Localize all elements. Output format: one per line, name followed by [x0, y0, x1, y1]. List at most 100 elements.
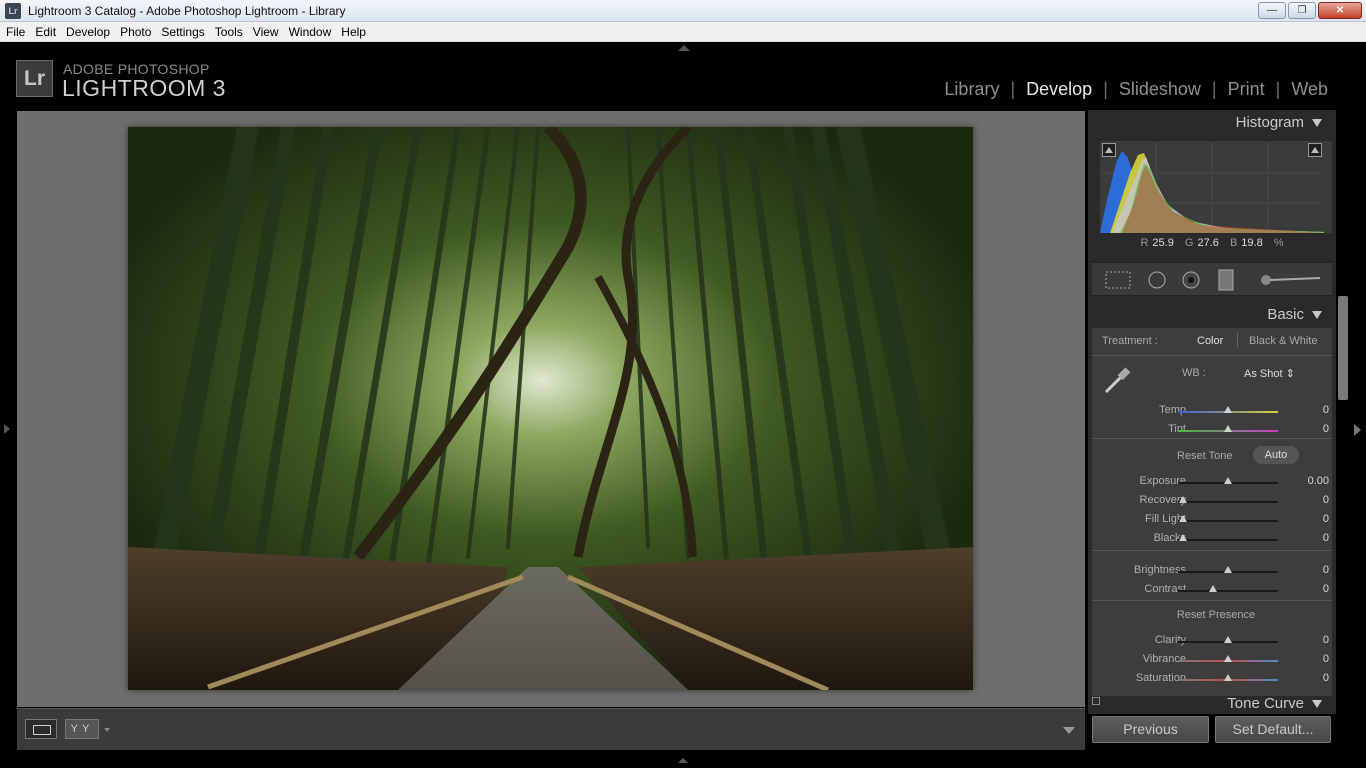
- slider-track-contrast[interactable]: [1178, 585, 1278, 592]
- slider-value-recovery[interactable]: 0: [1289, 494, 1329, 506]
- module-separator: |: [1103, 79, 1108, 99]
- module-print[interactable]: Print: [1228, 79, 1265, 100]
- slider-value-fill-light[interactable]: 0: [1289, 513, 1329, 525]
- basic-header[interactable]: Basic: [1267, 306, 1322, 323]
- slider-value-tint[interactable]: 0: [1289, 423, 1329, 435]
- slider-thumb-recovery[interactable]: [1179, 496, 1187, 503]
- menu-photo[interactable]: Photo: [116, 25, 155, 39]
- histogram-header[interactable]: Histogram: [1236, 114, 1322, 131]
- wb-select[interactable]: As Shot ⇕: [1244, 367, 1295, 380]
- basic-title: Basic: [1267, 306, 1304, 323]
- panel-solo-toggle-icon[interactable]: [1092, 697, 1100, 705]
- collapse-triangle-icon[interactable]: [1312, 699, 1322, 708]
- menu-help[interactable]: Help: [337, 25, 370, 39]
- toolbar-content-menu-icon[interactable]: [1063, 727, 1075, 734]
- minimize-button[interactable]: —: [1258, 2, 1286, 19]
- module-develop[interactable]: Develop: [1026, 79, 1092, 100]
- module-web[interactable]: Web: [1291, 79, 1328, 100]
- right-panel-toggle-icon[interactable]: [1354, 424, 1361, 436]
- collapse-triangle-icon[interactable]: [1312, 118, 1322, 127]
- slider-track-fill-light[interactable]: [1178, 515, 1278, 522]
- module-separator: |: [1211, 79, 1217, 99]
- module-slideshow[interactable]: Slideshow: [1119, 79, 1201, 100]
- tone-curve-title: Tone Curve: [1227, 695, 1304, 712]
- reset-tone-label[interactable]: Reset Tone: [1177, 450, 1232, 462]
- slider-label-clarity: Clarity: [1154, 634, 1186, 646]
- menu-edit[interactable]: Edit: [31, 25, 60, 39]
- g-value: 27.6: [1197, 237, 1219, 249]
- section-divider: [1092, 600, 1332, 601]
- lr-logo: Lr: [16, 60, 53, 97]
- spot-removal-icon[interactable]: [1148, 271, 1166, 289]
- slider-value-saturation[interactable]: 0: [1289, 672, 1329, 684]
- slider-thumb-blacks[interactable]: [1179, 534, 1187, 541]
- slider-track-temp[interactable]: [1178, 406, 1278, 413]
- slider-track-recovery[interactable]: [1178, 496, 1278, 503]
- slider-thumb-temp[interactable]: [1224, 406, 1232, 413]
- close-button[interactable]: ✕: [1318, 2, 1362, 19]
- module-library[interactable]: Library: [944, 79, 999, 100]
- lightroom-app-icon: Lr: [5, 2, 21, 19]
- menu-tools[interactable]: Tools: [211, 25, 247, 39]
- slider-value-exposure[interactable]: 0.00: [1289, 475, 1329, 487]
- restore-button[interactable]: ❐: [1288, 2, 1316, 19]
- slider-value-temp[interactable]: 0: [1289, 404, 1329, 416]
- treatment-color[interactable]: Color: [1197, 335, 1223, 347]
- previous-button[interactable]: Previous: [1092, 716, 1209, 743]
- slider-value-clarity[interactable]: 0: [1289, 634, 1329, 646]
- before-after-button[interactable]: YY: [65, 719, 99, 739]
- slider-thumb-clarity[interactable]: [1224, 636, 1232, 643]
- adjustment-brush-icon[interactable]: [1261, 275, 1271, 285]
- menu-window[interactable]: Window: [285, 25, 336, 39]
- left-panel-toggle-icon[interactable]: [4, 424, 10, 434]
- slider-track-saturation[interactable]: [1178, 674, 1278, 681]
- section-divider: [1092, 550, 1332, 551]
- slider-value-brightness[interactable]: 0: [1289, 564, 1329, 576]
- loupe-view-button[interactable]: [25, 719, 57, 739]
- crop-tool-icon[interactable]: [1105, 271, 1131, 289]
- menu-develop[interactable]: Develop: [62, 25, 114, 39]
- menu-file[interactable]: File: [2, 25, 29, 39]
- slider-track-exposure[interactable]: [1178, 477, 1278, 484]
- develop-tool-strip: [1092, 262, 1332, 296]
- slider-label-brightness: Brightness: [1134, 564, 1186, 576]
- module-separator: |: [1010, 79, 1016, 99]
- slider-thumb-vibrance[interactable]: [1224, 655, 1232, 662]
- slider-thumb-brightness[interactable]: [1224, 566, 1232, 573]
- section-divider: [1092, 438, 1332, 439]
- right-panel-scrollbar[interactable]: [1338, 296, 1348, 400]
- slider-track-vibrance[interactable]: [1178, 655, 1278, 662]
- bottom-toolbar: YY: [17, 708, 1085, 750]
- reset-presence-label[interactable]: Reset Presence: [1088, 609, 1336, 621]
- auto-tone-button[interactable]: Auto: [1253, 446, 1299, 464]
- bottom-panel-toggle-icon[interactable]: [678, 758, 688, 763]
- photo-preview[interactable]: [128, 127, 973, 690]
- treatment-divider: [1237, 332, 1238, 348]
- slider-value-vibrance[interactable]: 0: [1289, 653, 1329, 665]
- slider-track-clarity[interactable]: [1178, 636, 1278, 643]
- r-value: 25.9: [1152, 237, 1174, 249]
- menu-settings[interactable]: Settings: [157, 25, 208, 39]
- set-default-button[interactable]: Set Default...: [1215, 716, 1331, 743]
- slider-thumb-exposure[interactable]: [1224, 477, 1232, 484]
- treatment-bw[interactable]: Black & White: [1249, 335, 1317, 347]
- graduated-filter-icon[interactable]: [1218, 269, 1234, 291]
- slider-thumb-tint[interactable]: [1224, 425, 1232, 432]
- eyedropper-icon[interactable]: [1102, 364, 1134, 396]
- histogram-graph[interactable]: [1100, 143, 1324, 233]
- slider-thumb-fill-light[interactable]: [1179, 515, 1187, 522]
- slider-thumb-saturation[interactable]: [1224, 674, 1232, 681]
- slider-thumb-contrast[interactable]: [1209, 585, 1217, 592]
- slider-label-saturation: Saturation: [1135, 672, 1186, 684]
- before-after-dropdown-icon[interactable]: [104, 728, 110, 732]
- tone-curve-header[interactable]: Tone Curve: [1227, 695, 1322, 712]
- menu-view[interactable]: View: [249, 25, 283, 39]
- slider-value-contrast[interactable]: 0: [1289, 583, 1329, 595]
- collapse-triangle-icon[interactable]: [1312, 310, 1322, 319]
- slider-track-blacks[interactable]: [1178, 534, 1278, 541]
- slider-track-tint[interactable]: [1178, 425, 1278, 432]
- top-panel-toggle-icon[interactable]: [678, 45, 690, 51]
- treatment-label: Treatment :: [1102, 335, 1158, 347]
- slider-track-brightness[interactable]: [1178, 566, 1278, 573]
- slider-value-blacks[interactable]: 0: [1289, 532, 1329, 544]
